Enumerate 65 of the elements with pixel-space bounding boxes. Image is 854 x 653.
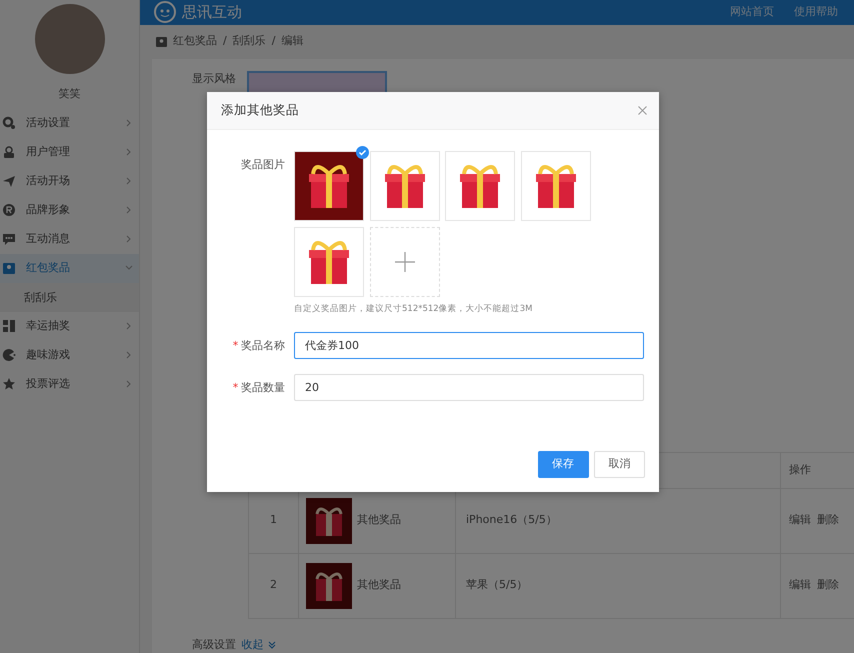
- sidebar-item[interactable]: 用户管理: [0, 138, 139, 166]
- action-link[interactable]: 删除: [817, 578, 839, 592]
- chevron-right-icon: [125, 148, 133, 156]
- gift-drawing[interactable]: [295, 152, 363, 220]
- close-icon: [638, 106, 647, 115]
- inbox-icon: [2, 261, 16, 275]
- sidebar-item[interactable]: 活动设置: [0, 108, 139, 138]
- sidebar-item[interactable]: 趣味游戏: [0, 340, 139, 370]
- form-label: 奖品数量: [241, 380, 285, 396]
- sidebar-item[interactable]: 互动消息: [0, 224, 139, 254]
- form-label: 奖品图片: [240, 157, 285, 173]
- chevron-right-icon: [125, 380, 133, 388]
- sidebar-item[interactable]: 投票评选: [0, 370, 139, 398]
- input-field[interactable]: 代金券100: [294, 332, 644, 360]
- breadcrumb-separator: /: [272, 33, 276, 50]
- required-mark: *: [232, 380, 238, 396]
- modal-title: 添加其他奖品: [221, 101, 299, 120]
- inbox-icon: [156, 36, 167, 48]
- table-cell: 苹果（5/5）: [456, 553, 780, 618]
- sidebar-item[interactable]: 幸运抽奖: [0, 312, 139, 340]
- cancel-button[interactable]: 取消: [594, 451, 645, 478]
- sidebar-item[interactable]: 红包奖品: [0, 254, 139, 282]
- chevron-right-icon: [125, 119, 133, 127]
- input-field[interactable]: 20: [294, 374, 644, 402]
- chevron-down-icon: [125, 264, 133, 272]
- star-icon: [2, 377, 16, 391]
- table-cell: 2: [248, 553, 298, 618]
- grid-icon: [2, 319, 16, 333]
- required-mark: *: [232, 338, 238, 354]
- column-header: 操作: [780, 452, 854, 488]
- section-label: 高级设置: [192, 636, 236, 652]
- plus-icon: [394, 252, 414, 272]
- gift-drawing: [306, 498, 352, 544]
- collapse-link[interactable]: 收起: [242, 636, 276, 653]
- user-name: 笑笑: [58, 86, 82, 102]
- hint-text: 自定义奖品图片，建议尺寸512*512像素，大小不能超过3M: [294, 302, 534, 316]
- chevron-right-icon: [125, 235, 133, 243]
- nav-link[interactable]: 使用帮助: [794, 4, 838, 21]
- breadcrumb-item: 编辑: [281, 33, 304, 50]
- table-cell-text: 其他奖品: [357, 577, 401, 594]
- action-link[interactable]: 编辑: [789, 578, 811, 592]
- sidebar-item[interactable]: 品牌形象: [0, 196, 139, 224]
- chevron-right-icon: [125, 351, 133, 359]
- chevron-right-icon: [125, 322, 133, 330]
- table-cell-text: 其他奖品: [357, 512, 401, 528]
- robot-logo-icon: [154, 1, 176, 24]
- sidebar-item[interactable]: 活动开场: [0, 166, 139, 196]
- nav-link[interactable]: 网站首页: [730, 4, 774, 21]
- pacman-icon: [2, 348, 16, 362]
- form-label: 奖品名称: [241, 338, 285, 354]
- save-button[interactable]: 保存: [538, 451, 588, 478]
- breadcrumb-separator: /: [223, 33, 227, 50]
- user-icon: [2, 145, 16, 159]
- breadcrumb-item[interactable]: 刮刮乐: [232, 33, 266, 50]
- paper-plane-icon: [2, 174, 16, 188]
- action-link[interactable]: 编辑: [789, 513, 811, 526]
- brand-name: 思讯互动: [182, 2, 243, 24]
- form-label: 显示风格: [192, 70, 236, 86]
- chevron-right-icon: [125, 177, 133, 185]
- gift-drawing: [306, 562, 352, 608]
- breadcrumb-item[interactable]: 红包奖品: [173, 33, 217, 50]
- sidebar-subitem[interactable]: 刮刮乐: [0, 282, 139, 312]
- action-link[interactable]: 删除: [817, 513, 839, 526]
- chevron-right-icon: [125, 206, 133, 214]
- double-chevron-icon: [268, 640, 276, 649]
